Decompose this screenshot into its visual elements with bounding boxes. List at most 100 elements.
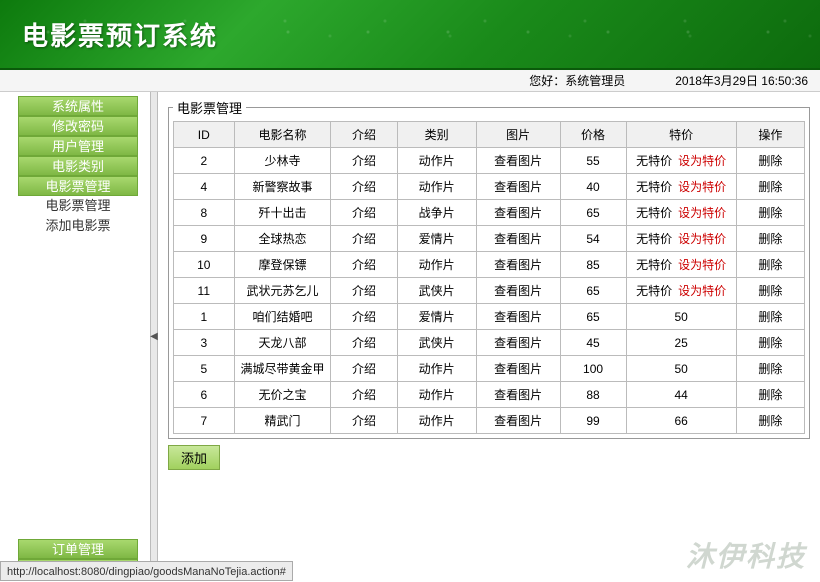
intro-link[interactable]: 介绍: [352, 206, 376, 220]
cell-action: 删除: [736, 382, 804, 408]
set-special-link[interactable]: 设为特价: [678, 284, 726, 298]
table-row: 1咱们结婚吧介绍爱情片查看图片6550删除: [174, 304, 805, 330]
menu-header-item[interactable]: 系统属性: [18, 96, 138, 116]
cell-special: 66: [626, 408, 736, 434]
cell-special: 无特价设为特价: [626, 200, 736, 226]
view-image-link[interactable]: 查看图片: [494, 336, 542, 350]
cell-id: 3: [174, 330, 235, 356]
set-special-link[interactable]: 设为特价: [678, 232, 726, 246]
cell-special: 25: [626, 330, 736, 356]
special-price: 44: [674, 388, 687, 402]
delete-link[interactable]: 删除: [758, 310, 782, 324]
fieldset-legend: 电影票管理: [173, 98, 246, 117]
cell-action: 删除: [736, 200, 804, 226]
delete-link[interactable]: 删除: [758, 388, 782, 402]
cell-category: 动作片: [397, 356, 476, 382]
col-special: 特价: [626, 122, 736, 148]
intro-link[interactable]: 介绍: [352, 154, 376, 168]
view-image-link[interactable]: 查看图片: [494, 232, 542, 246]
cell-image: 查看图片: [476, 408, 560, 434]
delete-link[interactable]: 删除: [758, 206, 782, 220]
delete-link[interactable]: 删除: [758, 414, 782, 428]
app-header: 电影票预订系统: [0, 0, 820, 70]
intro-link[interactable]: 介绍: [352, 388, 376, 402]
cell-special: 无特价设为特价: [626, 278, 736, 304]
cell-price: 85: [560, 252, 626, 278]
set-special-link[interactable]: 设为特价: [678, 258, 726, 272]
cell-image: 查看图片: [476, 330, 560, 356]
special-none-label: 无特价: [636, 258, 672, 272]
delete-link[interactable]: 删除: [758, 336, 782, 350]
table-row: 11武状元苏乞儿介绍武侠片查看图片65无特价设为特价删除: [174, 278, 805, 304]
current-user: 系统管理员: [565, 74, 625, 88]
table-header-row: ID 电影名称 介绍 类别 图片 价格 特价 操作: [174, 122, 805, 148]
special-price: 25: [674, 336, 687, 350]
menu-header-item[interactable]: 电影票管理: [18, 176, 138, 196]
cell-category: 爱情片: [397, 304, 476, 330]
view-image-link[interactable]: 查看图片: [494, 310, 542, 324]
cell-action: 删除: [736, 356, 804, 382]
menu-sub-item[interactable]: 电影票管理: [18, 196, 138, 216]
intro-link[interactable]: 介绍: [352, 414, 376, 428]
cell-id: 1: [174, 304, 235, 330]
menu-sub-item[interactable]: 添加电影票: [18, 216, 138, 236]
cell-name: 全球热恋: [234, 226, 331, 252]
table-row: 9全球热恋介绍爱情片查看图片54无特价设为特价删除: [174, 226, 805, 252]
intro-link[interactable]: 介绍: [352, 232, 376, 246]
cell-category: 武侠片: [397, 330, 476, 356]
intro-link[interactable]: 介绍: [352, 284, 376, 298]
set-special-link[interactable]: 设为特价: [678, 206, 726, 220]
cell-image: 查看图片: [476, 304, 560, 330]
delete-link[interactable]: 删除: [758, 154, 782, 168]
table-row: 10摩登保镖介绍动作片查看图片85无特价设为特价删除: [174, 252, 805, 278]
cell-price: 65: [560, 278, 626, 304]
set-special-link[interactable]: 设为特价: [678, 154, 726, 168]
cell-image: 查看图片: [476, 200, 560, 226]
view-image-link[interactable]: 查看图片: [494, 362, 542, 376]
cell-name: 少林寺: [234, 148, 331, 174]
menu-header-item[interactable]: 订单管理: [18, 539, 138, 559]
intro-link[interactable]: 介绍: [352, 180, 376, 194]
view-image-link[interactable]: 查看图片: [494, 258, 542, 272]
view-image-link[interactable]: 查看图片: [494, 206, 542, 220]
delete-link[interactable]: 删除: [758, 284, 782, 298]
delete-link[interactable]: 删除: [758, 362, 782, 376]
cell-price: 65: [560, 304, 626, 330]
cell-intro: 介绍: [331, 252, 397, 278]
view-image-link[interactable]: 查看图片: [494, 414, 542, 428]
cell-category: 战争片: [397, 200, 476, 226]
cell-action: 删除: [736, 330, 804, 356]
menu-header-item[interactable]: 电影类别: [18, 156, 138, 176]
cell-action: 删除: [736, 278, 804, 304]
view-image-link[interactable]: 查看图片: [494, 180, 542, 194]
set-special-link[interactable]: 设为特价: [678, 180, 726, 194]
movie-table: ID 电影名称 介绍 类别 图片 价格 特价 操作 2少林寺介绍动作片查看图片5…: [173, 121, 805, 434]
special-price: 50: [674, 310, 687, 324]
add-button[interactable]: 添加: [168, 445, 220, 470]
view-image-link[interactable]: 查看图片: [494, 388, 542, 402]
cell-action: 删除: [736, 174, 804, 200]
intro-link[interactable]: 介绍: [352, 258, 376, 272]
cell-special: 50: [626, 356, 736, 382]
view-image-link[interactable]: 查看图片: [494, 284, 542, 298]
menu-header-item[interactable]: 修改密码: [18, 116, 138, 136]
cell-category: 武侠片: [397, 278, 476, 304]
special-none-label: 无特价: [636, 284, 672, 298]
intro-link[interactable]: 介绍: [352, 336, 376, 350]
delete-link[interactable]: 删除: [758, 180, 782, 194]
menu-header-item[interactable]: 用户管理: [18, 136, 138, 156]
cell-special: 无特价设为特价: [626, 174, 736, 200]
view-image-link[interactable]: 查看图片: [494, 154, 542, 168]
splitter[interactable]: ◀: [150, 92, 158, 581]
intro-link[interactable]: 介绍: [352, 362, 376, 376]
delete-link[interactable]: 删除: [758, 258, 782, 272]
delete-link[interactable]: 删除: [758, 232, 782, 246]
cell-intro: 介绍: [331, 174, 397, 200]
cell-category: 动作片: [397, 382, 476, 408]
intro-link[interactable]: 介绍: [352, 310, 376, 324]
cell-intro: 介绍: [331, 330, 397, 356]
table-row: 8歼十出击介绍战争片查看图片65无特价设为特价删除: [174, 200, 805, 226]
cell-price: 65: [560, 200, 626, 226]
cell-id: 11: [174, 278, 235, 304]
cell-intro: 介绍: [331, 148, 397, 174]
